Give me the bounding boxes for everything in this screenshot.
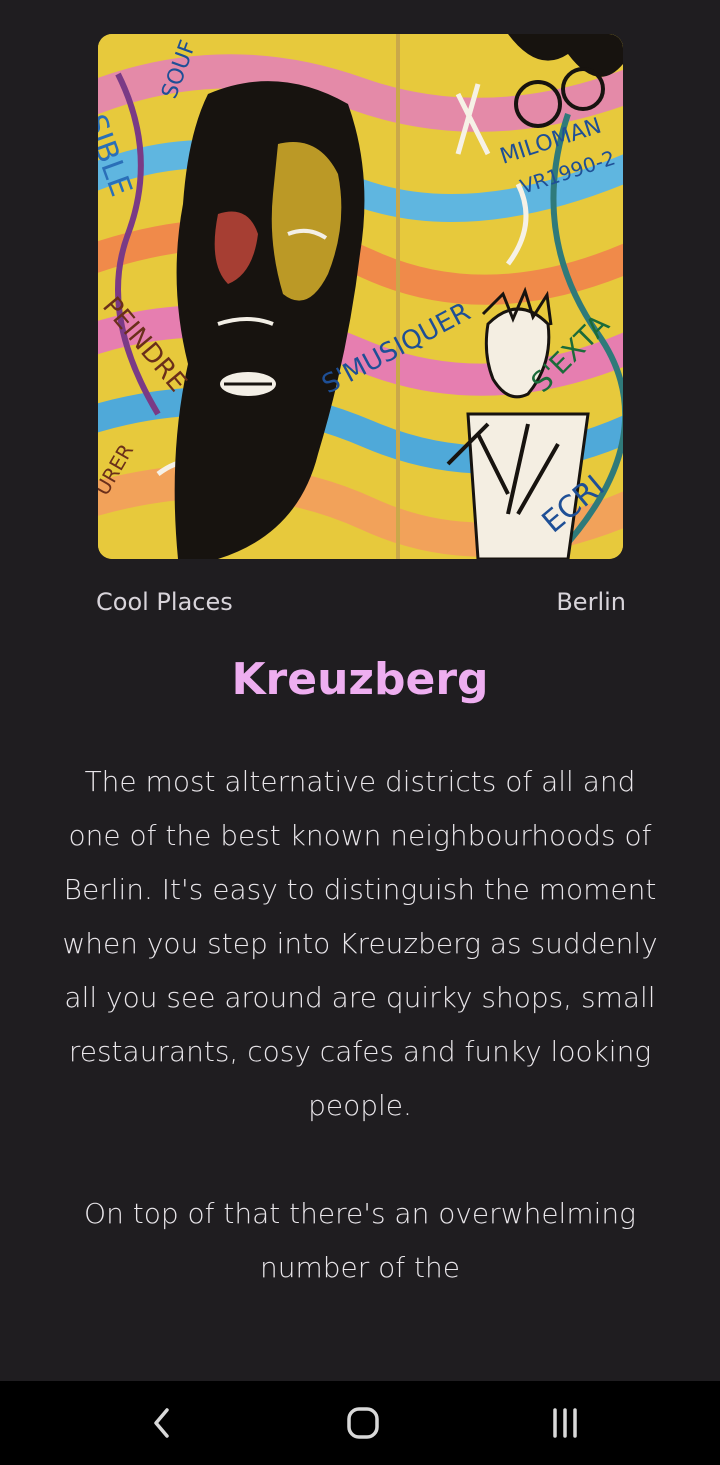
chevron-left-icon	[154, 1408, 169, 1438]
paragraph: The most alternative districts of all an…	[62, 765, 658, 1122]
paragraph: On top of that there's an overwhelming n…	[84, 1197, 636, 1284]
article-body: The most alternative districts of all an…	[60, 755, 660, 1349]
recents-button[interactable]	[515, 1381, 615, 1465]
home-rounded-square-icon	[347, 1407, 379, 1439]
back-button[interactable]	[112, 1381, 212, 1465]
hero-image[interactable]: SIBLE SOUF PEINDRE URER S'MUSIQUER MILOM…	[98, 34, 623, 559]
category-label[interactable]: Cool Places	[96, 588, 233, 616]
home-button[interactable]	[313, 1381, 413, 1465]
meta-row: Cool Places Berlin	[96, 588, 626, 616]
recents-bars-icon	[553, 1408, 577, 1438]
screen: SIBLE SOUF PEINDRE URER S'MUSIQUER MILOM…	[0, 0, 720, 1465]
page-title: Kreuzberg	[231, 654, 489, 705]
city-label[interactable]: Berlin	[556, 588, 626, 616]
graffiti-mural-illustration: SIBLE SOUF PEINDRE URER S'MUSIQUER MILOM…	[98, 34, 623, 559]
system-navigation-bar	[0, 1381, 720, 1465]
